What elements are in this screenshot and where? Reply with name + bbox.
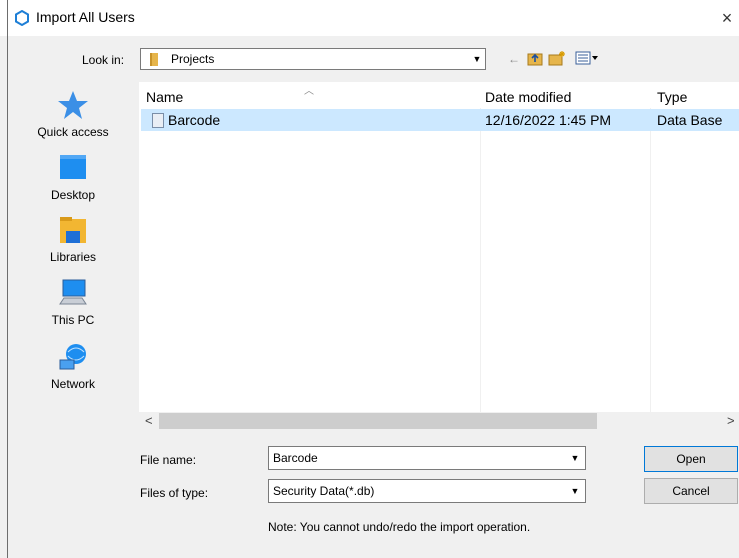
file-row-barcode[interactable]: Barcode 12/16/2022 1:45 PM Data Base (141, 109, 739, 131)
filetype-select[interactable]: Security Data(*.db) ▼ (268, 479, 586, 503)
database-file-icon (152, 113, 164, 128)
file-list[interactable]: ︿ Name Date modified Type Barcode 12/16/… (139, 82, 739, 430)
window-title: Import All Users (36, 9, 135, 25)
back-icon[interactable]: ← (507, 50, 521, 68)
lookin-label: Look in: (82, 53, 125, 67)
open-button[interactable]: Open (644, 446, 738, 472)
scroll-right-icon[interactable]: > (727, 413, 735, 428)
place-label: Quick access (37, 125, 109, 139)
lookin-combo[interactable]: Projects ▼ (140, 48, 486, 70)
computer-icon (56, 276, 90, 310)
close-button[interactable]: × (716, 6, 738, 30)
filename-label: File name: (140, 453, 197, 467)
column-divider (480, 108, 481, 412)
dropdown-arrow-icon[interactable]: ▼ (567, 483, 583, 499)
window-left-border (7, 0, 8, 558)
scroll-left-icon[interactable]: < (145, 413, 153, 428)
place-network[interactable]: Network (18, 340, 128, 391)
star-icon (56, 88, 90, 122)
column-header-date-modified[interactable]: Date modified (485, 82, 571, 108)
place-quick-access[interactable]: Quick access (18, 88, 128, 139)
cancel-button[interactable]: Cancel (644, 478, 738, 504)
dropdown-arrow-icon[interactable]: ▼ (469, 50, 485, 68)
place-label: Libraries (49, 250, 97, 264)
new-folder-icon[interactable] (548, 50, 566, 68)
app-hexagon-icon (15, 10, 29, 26)
dropdown-arrow-icon[interactable]: ▼ (567, 450, 583, 466)
place-desktop[interactable]: Desktop (18, 151, 128, 202)
place-this-pc[interactable]: This PC (18, 276, 128, 327)
title-bar: Import All Users × (0, 0, 739, 36)
file-type: Data Base (657, 112, 723, 128)
file-name: Barcode (168, 112, 221, 128)
sort-ascending-icon: ︿ (304, 86, 314, 97)
column-header-name[interactable]: Name (146, 82, 183, 108)
place-label: This PC (51, 313, 95, 327)
desktop-icon (56, 151, 90, 185)
column-header-type[interactable]: Type (657, 82, 687, 108)
filetype-label: Files of type: (140, 486, 209, 500)
column-divider (650, 108, 651, 412)
place-label: Desktop (50, 188, 96, 202)
file-date-modified: 12/16/2022 1:45 PM (485, 112, 612, 128)
folder-icon (150, 53, 158, 66)
view-menu-icon[interactable] (575, 50, 599, 68)
place-label: Network (50, 377, 95, 391)
network-icon (56, 340, 90, 374)
filename-value: Barcode (273, 451, 318, 465)
place-libraries[interactable]: Libraries (18, 213, 128, 264)
lookin-value: Projects (171, 52, 215, 66)
scrollbar-thumb[interactable] (159, 413, 597, 429)
horizontal-scrollbar[interactable]: < > (139, 412, 739, 430)
import-note: Note: You cannot undo/redo the import op… (268, 520, 531, 534)
up-folder-icon[interactable] (527, 50, 543, 68)
libraries-icon (56, 213, 90, 247)
filetype-value: Security Data(*.db) (273, 484, 375, 498)
filename-combo[interactable]: Barcode ▼ (268, 446, 586, 470)
